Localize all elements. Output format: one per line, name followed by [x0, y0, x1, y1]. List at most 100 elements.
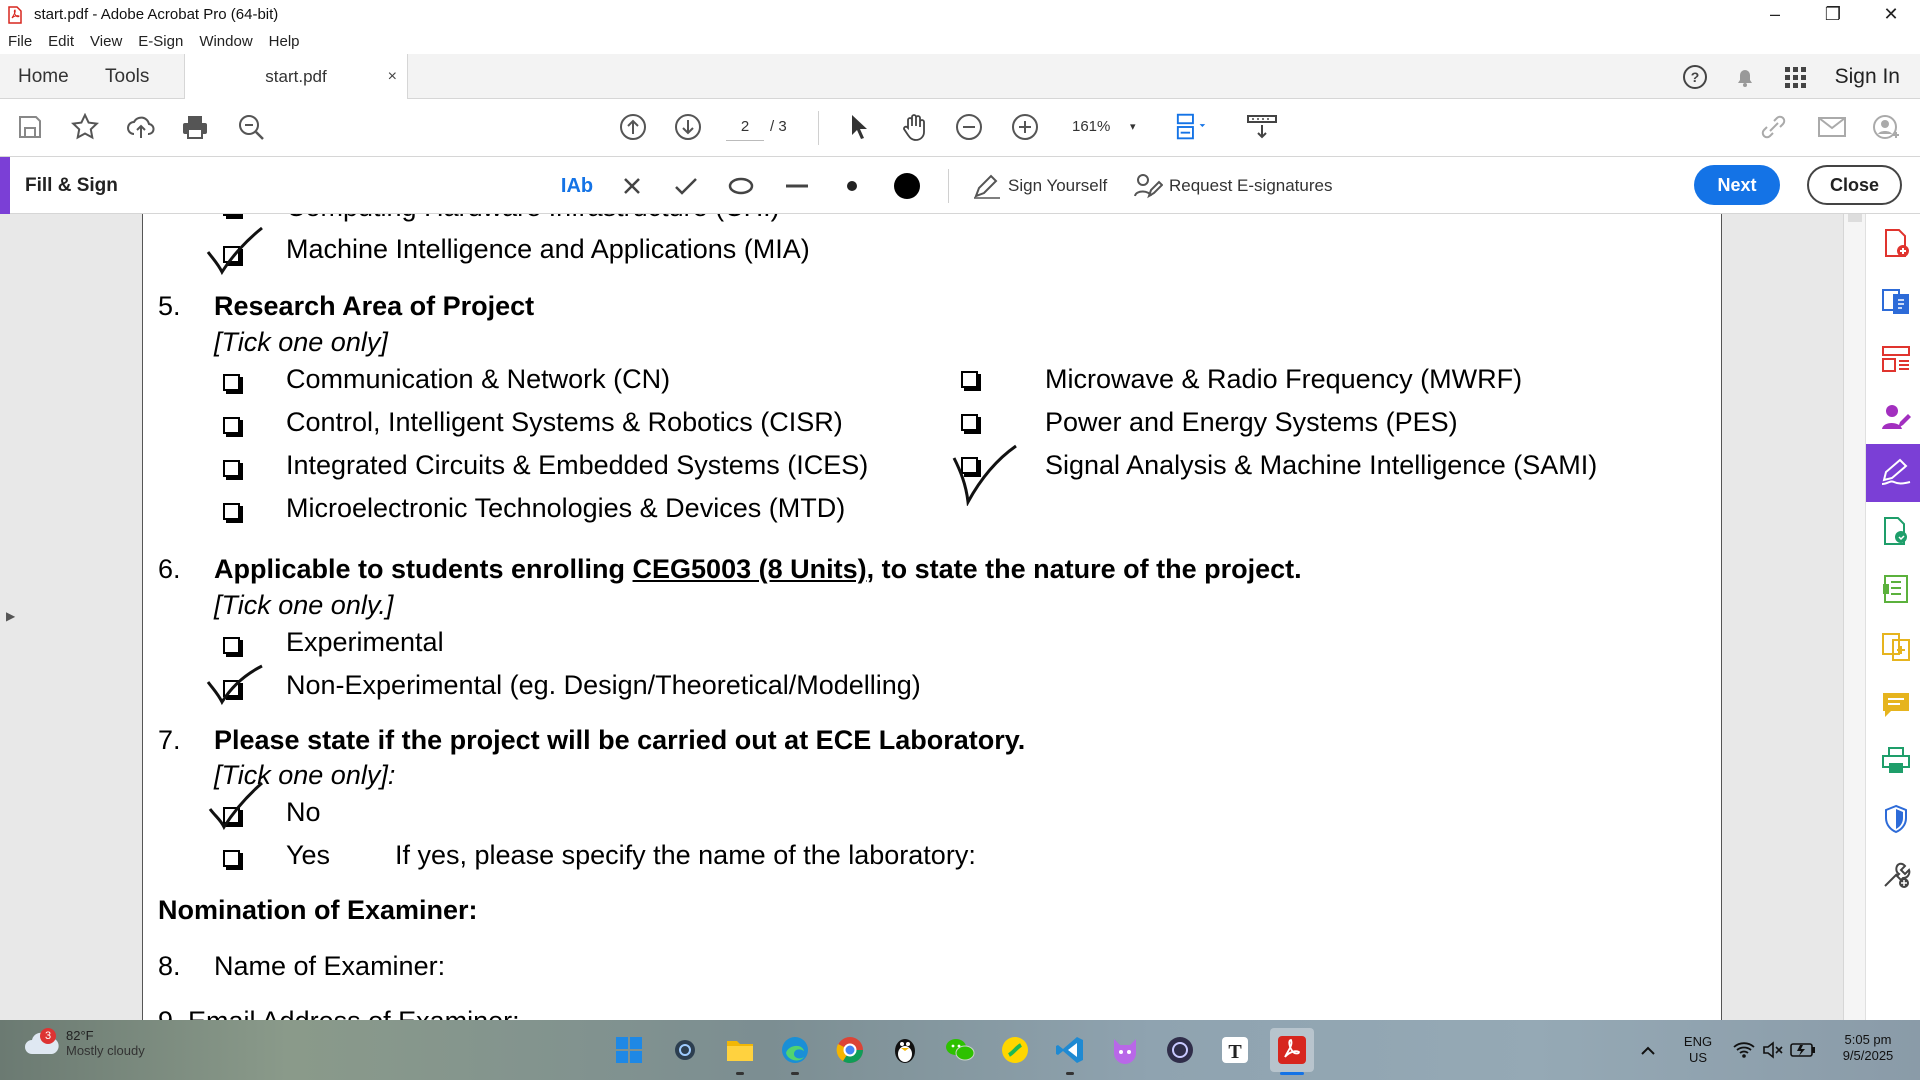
- cross-mark-tool[interactable]: [615, 169, 649, 203]
- close-fill-sign-button[interactable]: Close: [1807, 165, 1902, 205]
- menu-help[interactable]: Help: [269, 33, 300, 50]
- vscode-icon[interactable]: [1052, 1032, 1088, 1068]
- previous-page-icon[interactable]: [616, 110, 650, 144]
- share-link-icon[interactable]: [1758, 110, 1792, 144]
- weather-temperature: 82°F: [66, 1028, 94, 1043]
- window-close-button[interactable]: ✕: [1862, 0, 1920, 29]
- menu-window[interactable]: Window: [199, 33, 252, 50]
- line-tool[interactable]: [780, 169, 814, 203]
- page-number-input[interactable]: 2: [726, 113, 764, 141]
- comment-icon[interactable]: [1879, 688, 1913, 722]
- clock[interactable]: 5:05 pm 9/5/2025: [1828, 1032, 1908, 1064]
- checkbox-yes[interactable]: [223, 850, 240, 867]
- left-panel-toggle-icon[interactable]: ▶: [6, 609, 15, 623]
- organize-pages-icon[interactable]: [1879, 342, 1913, 376]
- restore-button[interactable]: ❐: [1804, 0, 1862, 29]
- checkbox-experimental[interactable]: [223, 637, 240, 654]
- music-app-icon[interactable]: [997, 1032, 1033, 1068]
- combine-files-icon[interactable]: [1879, 630, 1913, 664]
- zoom-out-icon[interactable]: [952, 110, 986, 144]
- check-mark-tool[interactable]: [669, 169, 703, 203]
- question-5-number: 5.: [158, 291, 181, 321]
- circle-tool[interactable]: [724, 169, 758, 203]
- tab-document[interactable]: start.pdf ×: [184, 54, 408, 99]
- sign-yourself-button[interactable]: Sign Yourself: [972, 169, 1107, 203]
- edge-browser-icon[interactable]: [777, 1032, 813, 1068]
- checkbox-mwrf[interactable]: [961, 371, 978, 388]
- clock-time: 5:05 pm: [1844, 1032, 1892, 1047]
- more-tools-icon[interactable]: [1879, 858, 1913, 892]
- tab-tools[interactable]: Tools: [105, 54, 149, 99]
- checkbox-chi[interactable]: [223, 214, 240, 216]
- menu-esign[interactable]: E-Sign: [138, 33, 183, 50]
- page-layout-icon[interactable]: [1175, 110, 1209, 144]
- wechat-icon[interactable]: [942, 1032, 978, 1068]
- language-indicator[interactable]: ENG US: [1680, 1034, 1716, 1066]
- option-no: No: [286, 797, 321, 827]
- sign-in-link[interactable]: Sign In: [1835, 65, 1900, 89]
- region-code: US: [1688, 1050, 1708, 1065]
- zoom-dropdown-icon[interactable]: ▾: [1130, 113, 1136, 141]
- checkbox-pes[interactable]: [961, 414, 978, 431]
- chrome-browser-icon[interactable]: [832, 1032, 868, 1068]
- qq-penguin-icon[interactable]: [887, 1032, 923, 1068]
- windows-start-icon[interactable]: [611, 1032, 647, 1068]
- battery-icon[interactable]: [1788, 1032, 1818, 1068]
- menu-edit[interactable]: Edit: [48, 33, 74, 50]
- compress-pdf-icon[interactable]: [1879, 572, 1913, 606]
- protect-shield-icon[interactable]: [1879, 802, 1913, 836]
- checkbox-cn[interactable]: [223, 374, 240, 391]
- pen-sign-icon: [974, 174, 1000, 199]
- search-icon[interactable]: [667, 1032, 703, 1068]
- create-pdf-icon[interactable]: [1879, 226, 1913, 260]
- option-sami: Signal Analysis & Machine Intelligence (…: [1045, 450, 1598, 480]
- checkbox-ices[interactable]: [223, 460, 240, 477]
- checkbox-mtd[interactable]: [223, 503, 240, 520]
- export-pdf-icon[interactable]: [1879, 284, 1913, 318]
- close-tab-icon[interactable]: ×: [388, 68, 397, 86]
- scan-ocr-icon[interactable]: [1879, 514, 1913, 548]
- wifi-icon[interactable]: [1730, 1032, 1758, 1068]
- next-page-icon[interactable]: [671, 110, 705, 144]
- next-button[interactable]: Next: [1694, 165, 1780, 205]
- select-cursor-icon[interactable]: [842, 110, 876, 144]
- acrobat-icon[interactable]: [1270, 1028, 1314, 1072]
- dot-tool[interactable]: [835, 169, 869, 203]
- apps-grid-icon[interactable]: [1781, 63, 1809, 91]
- speaker-muted-icon[interactable]: [1759, 1032, 1787, 1068]
- tab-home[interactable]: Home: [18, 54, 69, 99]
- help-icon[interactable]: ?: [1681, 63, 1709, 91]
- file-explorer-icon[interactable]: [722, 1032, 758, 1068]
- document-viewport[interactable]: ▶ Computing Hardware Infrastructure (CHI…: [0, 214, 1843, 1020]
- save-icon[interactable]: [13, 110, 47, 144]
- scroll-mode-icon[interactable]: [1245, 110, 1279, 144]
- zoom-search-icon[interactable]: [234, 110, 268, 144]
- hand-tool-icon[interactable]: [898, 110, 932, 144]
- print-production-icon[interactable]: [1879, 744, 1913, 778]
- request-esignatures-button[interactable]: Request E-signatures: [1133, 169, 1332, 203]
- typora-icon[interactable]: T: [1217, 1032, 1253, 1068]
- star-icon[interactable]: [68, 110, 102, 144]
- checkbox-cisr[interactable]: [223, 417, 240, 434]
- pdf-page[interactable]: Computing Hardware Infrastructure (CHI) …: [142, 214, 1722, 1020]
- add-user-icon[interactable]: [1870, 110, 1904, 144]
- print-icon[interactable]: [178, 110, 212, 144]
- title-bar: start.pdf - Adobe Acrobat Pro (64-bit) –…: [0, 0, 1920, 29]
- bell-icon[interactable]: [1731, 63, 1759, 91]
- color-picker[interactable]: [890, 169, 924, 203]
- request-signatures-icon[interactable]: [1879, 400, 1913, 434]
- email-icon[interactable]: [1815, 110, 1849, 144]
- minimize-button[interactable]: –: [1746, 0, 1804, 29]
- fill-sign-tool-icon[interactable]: [1879, 456, 1913, 490]
- question-6-number: 6.: [158, 554, 181, 584]
- zoom-level[interactable]: 161%: [1072, 113, 1110, 141]
- zoom-in-icon[interactable]: [1008, 110, 1042, 144]
- obs-icon[interactable]: [1162, 1032, 1198, 1068]
- menu-file[interactable]: File: [8, 33, 32, 50]
- show-hidden-icons-icon[interactable]: [1634, 1032, 1662, 1068]
- menu-view[interactable]: View: [90, 33, 122, 50]
- nomination-heading: Nomination of Examiner:: [158, 895, 478, 925]
- add-text-tool[interactable]: IAb: [560, 169, 594, 203]
- upload-cloud-icon[interactable]: [124, 110, 158, 144]
- cat-app-icon[interactable]: [1107, 1032, 1143, 1068]
